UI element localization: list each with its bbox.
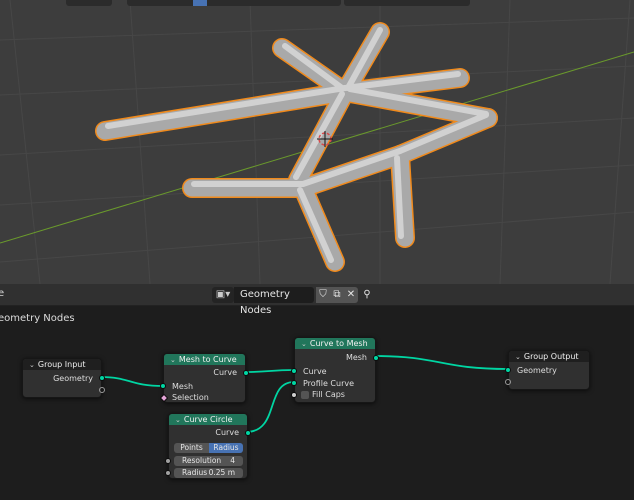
link-curve-to-curve xyxy=(245,369,295,373)
viewport-canvas[interactable] xyxy=(0,0,634,284)
input-socket-empty[interactable] xyxy=(505,379,511,385)
geometry-node-editor[interactable]: e ▣▾ Geometry Nodes ⛉ ⧉ ✕ ⚲ eometry Node… xyxy=(0,284,634,500)
group-input-header: ⌄ Group Input xyxy=(23,359,101,370)
socket-label-curve: Curve xyxy=(303,367,327,376)
input-socket-geometry[interactable] xyxy=(505,367,511,373)
socket-label-profile-curve: Profile Curve xyxy=(303,379,355,388)
socket-label-curve: Curve xyxy=(213,368,237,377)
node-title: Mesh to Curve xyxy=(178,355,237,364)
input-socket-radius[interactable] xyxy=(165,470,171,476)
collapse-chevron-icon[interactable]: ⌄ xyxy=(515,353,521,361)
node-title: Curve Circle xyxy=(183,415,233,424)
socket-label-curve: Curve xyxy=(215,428,239,437)
output-socket-curve[interactable] xyxy=(245,430,251,436)
resolution-label: Resolution xyxy=(182,456,222,465)
output-socket-mesh[interactable] xyxy=(373,355,379,361)
output-socket-empty[interactable] xyxy=(99,387,105,393)
input-socket-mesh[interactable] xyxy=(160,383,166,389)
socket-label-geometry: Geometry xyxy=(517,366,557,375)
resolution-value: 4 xyxy=(230,456,235,465)
mode-points-button[interactable]: Points xyxy=(174,443,209,453)
input-socket-fill-caps[interactable] xyxy=(291,392,297,398)
input-socket-curve[interactable] xyxy=(291,368,297,374)
curve-circle-node[interactable]: ⌄ Curve Circle Curve Points Radius Resolu… xyxy=(165,413,251,479)
group-input-node[interactable]: ⌄ Group Input Geometry xyxy=(22,358,105,398)
viewport-header-mode-group[interactable] xyxy=(127,0,341,6)
radius-label: Radius xyxy=(182,468,208,477)
mesh-to-curve-node[interactable]: ⌄ Mesh to Curve Curve Mesh Selection xyxy=(159,353,249,403)
node-title: Group Output xyxy=(523,352,579,361)
link-mesh-to-output xyxy=(374,355,509,370)
mode-radius-button[interactable]: Radius xyxy=(209,443,243,453)
blender-window: e ▣▾ Geometry Nodes ⛉ ⧉ ✕ ⚲ eometry Node… xyxy=(0,0,634,500)
group-output-header: ⌄ Group Output xyxy=(509,351,589,362)
output-socket-geometry[interactable] xyxy=(99,375,105,381)
output-socket-curve[interactable] xyxy=(243,370,249,376)
collapse-chevron-icon[interactable]: ⌄ xyxy=(175,416,181,424)
curve-circle-header: ⌄ Curve Circle xyxy=(169,414,247,425)
viewport-header-left-group[interactable] xyxy=(66,0,112,6)
socket-label-mesh: Mesh xyxy=(172,382,194,391)
collapse-chevron-icon[interactable]: ⌄ xyxy=(170,356,176,364)
socket-label-geometry: Geometry xyxy=(53,374,93,383)
link-geometry-to-mesh xyxy=(100,376,164,387)
node-title: Group Input xyxy=(37,360,86,369)
link-circle-to-profile xyxy=(245,381,295,433)
input-socket-profile-curve[interactable] xyxy=(291,380,297,386)
socket-label-selection: Selection xyxy=(172,393,209,402)
radius-value: 0.25 m xyxy=(208,468,235,477)
collapse-chevron-icon[interactable]: ⌄ xyxy=(29,361,35,369)
socket-label-mesh: Mesh xyxy=(345,353,367,362)
viewport-header-right-group[interactable] xyxy=(344,0,470,6)
curve-to-mesh-node[interactable]: ⌄ Curve to Mesh Mesh Curve Profile Curve … xyxy=(291,337,379,403)
radius-field[interactable]: Radius 0.25 m xyxy=(174,468,243,478)
node-title: Curve to Mesh xyxy=(309,339,368,348)
3d-viewport[interactable] xyxy=(0,0,634,284)
resolution-field[interactable]: Resolution 4 xyxy=(174,456,243,466)
selected-mode-button[interactable] xyxy=(193,0,207,6)
fill-caps-label: Fill Caps xyxy=(312,390,345,399)
collapse-chevron-icon[interactable]: ⌄ xyxy=(301,340,307,348)
mesh-to-curve-header: ⌄ Mesh to Curve xyxy=(164,354,245,365)
group-output-node[interactable]: ⌄ Group Output Geometry xyxy=(505,350,590,390)
fill-caps-checkbox[interactable] xyxy=(301,391,309,399)
input-socket-resolution[interactable] xyxy=(165,458,171,464)
curve-to-mesh-header: ⌄ Curve to Mesh xyxy=(295,338,375,349)
